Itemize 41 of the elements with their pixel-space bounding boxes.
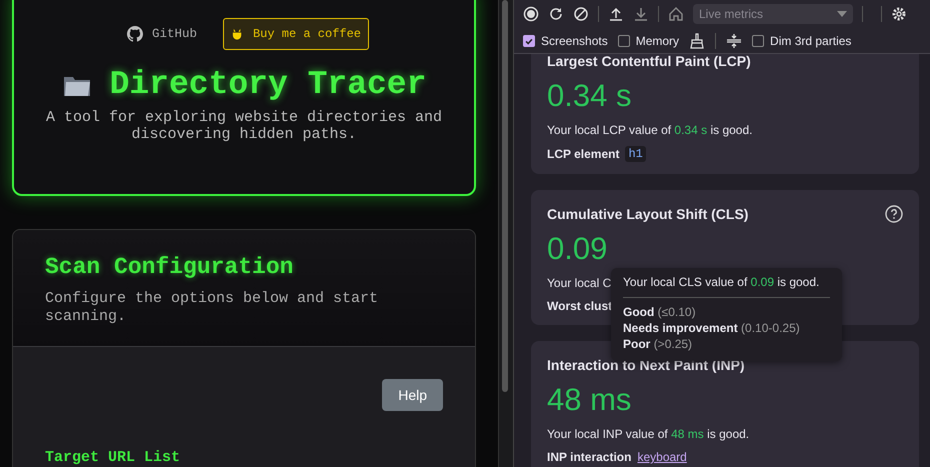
threshold-line: Poor (>0.25) — [623, 336, 694, 352]
collapse-icon[interactable] — [726, 32, 742, 48]
metric-summary: Your local LCP value of 0.34 s is good. — [547, 122, 752, 138]
metric-value: 0.09 — [547, 231, 608, 267]
record-icon[interactable] — [523, 6, 539, 22]
download-icon[interactable] — [633, 6, 649, 22]
tooltip-summary: Your local CLS value of 0.09 is good. — [623, 275, 830, 298]
help-icon[interactable] — [885, 205, 903, 223]
dropdown-caret-icon — [837, 11, 847, 17]
scrollbar-thumb[interactable] — [502, 0, 508, 392]
github-link[interactable]: GitHub — [118, 18, 205, 50]
metric-value: 48 ms — [547, 382, 632, 418]
metric-value: 0.34 s — [547, 78, 632, 114]
threshold-line: Needs improvement (0.10-0.25) — [623, 320, 801, 336]
metric-title: Cumulative Layout Shift (CLS) — [547, 206, 748, 222]
option-checkbox[interactable]: Dim 3rd parties — [752, 34, 852, 48]
detail-label: Worst clust — [547, 299, 612, 313]
settings-icon[interactable] — [891, 6, 907, 22]
option-checkbox[interactable]: Screenshots — [523, 34, 608, 48]
home-icon[interactable] — [668, 6, 684, 22]
option-checkbox[interactable]: Memory — [618, 34, 680, 48]
detail-label: INP interaction — [547, 450, 632, 464]
help-button[interactable]: Help — [382, 379, 443, 411]
detail-label: LCP element — [547, 147, 620, 161]
metric-summary: Your local INP value of 48 ms is good. — [547, 426, 750, 442]
threshold-line: Good (≤0.10) — [623, 304, 697, 320]
upload-icon[interactable] — [608, 6, 624, 22]
section-title: Scan Configuration — [45, 254, 294, 280]
interaction-link[interactable]: keyboard — [637, 450, 687, 464]
reload-icon[interactable] — [548, 6, 564, 22]
section-description: Configure the options below and start scanning. — [45, 290, 380, 326]
field-label: Target URL List — [45, 449, 182, 466]
app-title: Directory Tracer — [110, 66, 426, 103]
clear-icon[interactable] — [573, 6, 589, 22]
metric-summary: Your local C — [547, 275, 612, 291]
buy-coffee-button[interactable]: Buy me a coffee — [222, 18, 370, 50]
github-icon — [126, 26, 143, 42]
broom-icon[interactable] — [689, 32, 706, 48]
element-tag: h1 — [625, 146, 646, 162]
app-subtitle: A tool for exploring website directories and discovering hidden paths. — [44, 109, 444, 143]
metric-title: Largest Contentful Paint (LCP) — [547, 54, 751, 69]
